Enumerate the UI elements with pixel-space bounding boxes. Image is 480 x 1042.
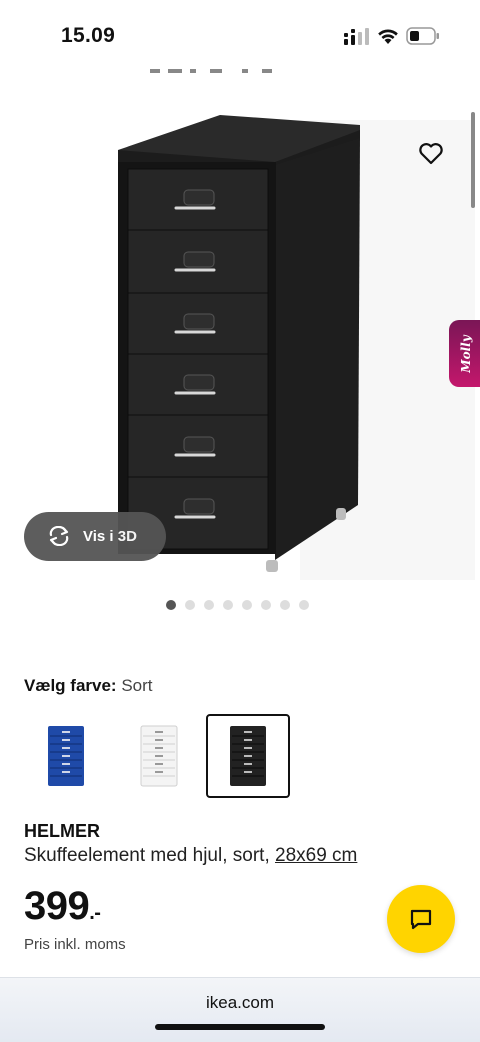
view-3d-button[interactable]: Vis i 3D [24, 512, 166, 561]
color-selector-label: Vælg farve: Sort [24, 676, 153, 696]
battery-icon [406, 27, 439, 45]
color-option-blue[interactable] [24, 714, 108, 798]
product-size-link[interactable]: 28x69 cm [275, 845, 357, 866]
color-label: Vælg farve: [24, 676, 117, 695]
gallery-dot[interactable] [299, 600, 309, 610]
price-value: 399 [24, 884, 90, 928]
gallery-dot[interactable] [185, 600, 195, 610]
browser-url-bar[interactable]: ikea.com [0, 977, 480, 1042]
rotate-3d-icon [49, 526, 69, 546]
price-note: Pris inkl. moms [24, 936, 126, 953]
wifi-icon [378, 29, 398, 44]
status-bar: 15.09 [0, 0, 480, 70]
gallery-dot[interactable] [166, 600, 176, 610]
product-name: HELMER [24, 821, 100, 841]
color-option-white[interactable] [117, 714, 201, 798]
view-3d-label: Vis i 3D [83, 528, 137, 545]
home-indicator[interactable] [155, 1024, 325, 1030]
drawers [127, 168, 269, 550]
product-price: 399.- [24, 884, 101, 929]
price-suffix: .- [89, 902, 101, 924]
heart-icon[interactable] [418, 142, 444, 166]
gallery-dot[interactable] [261, 600, 271, 610]
url-text: ikea.com [205, 993, 275, 1012]
selected-color: Sort [121, 676, 153, 695]
scrollbar[interactable] [471, 112, 475, 208]
status-time: 15.09 [61, 24, 116, 47]
molly-label: Molly [459, 334, 473, 373]
signal-icon [344, 28, 369, 45]
gallery-dot[interactable] [223, 600, 233, 610]
product-description-text: Skuffeelement med hjul, sort, [24, 845, 275, 866]
molly-assistant-tab[interactable]: Molly [449, 320, 480, 387]
gallery-pagination [166, 600, 309, 610]
gallery-dot[interactable] [204, 600, 214, 610]
chat-icon [410, 909, 432, 930]
product-description: Skuffeelement med hjul, sort, 28x69 cm [24, 845, 357, 867]
cropped-breadcrumb [150, 62, 280, 74]
gallery-dot[interactable] [280, 600, 290, 610]
color-option-black[interactable] [206, 714, 290, 798]
gallery-dot[interactable] [242, 600, 252, 610]
chat-button[interactable] [387, 885, 455, 953]
